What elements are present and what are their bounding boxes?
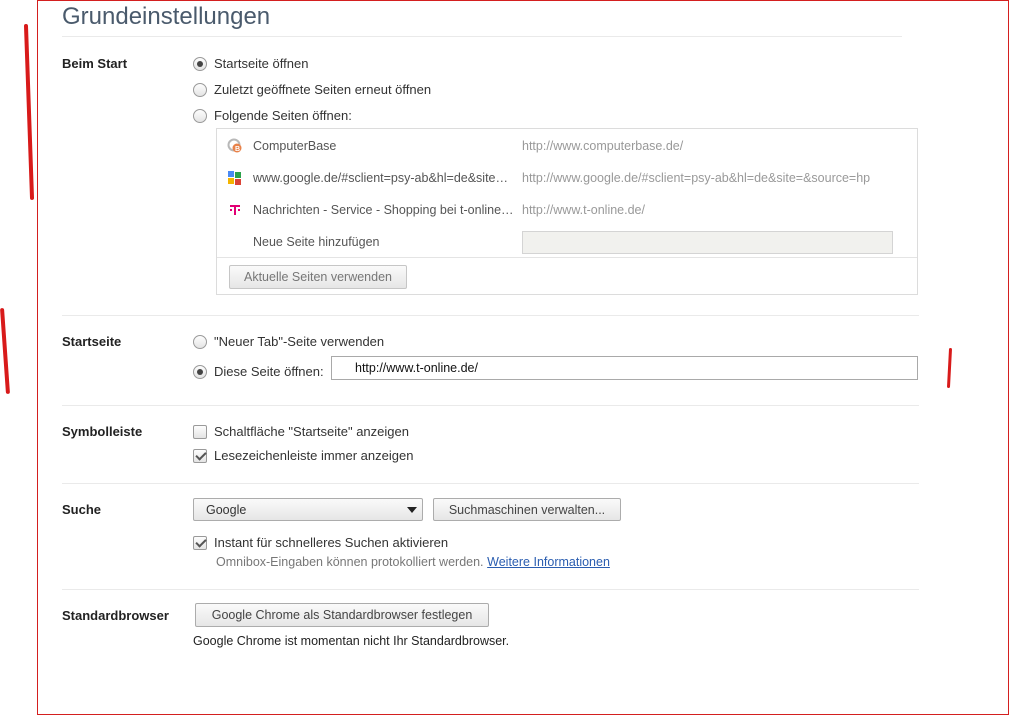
- page-name: www.google.de/#sclient=psy-ab&hl=de&site…: [253, 171, 515, 185]
- default-browser-status: Google Chrome ist momentan nicht Ihr Sta…: [193, 634, 510, 648]
- instant-hint-text: Omnibox-Eingaben können protokolliert we…: [216, 555, 484, 569]
- radio-startseite-oeffnen[interactable]: Startseite öffnen: [193, 56, 308, 71]
- google-favicon-icon: [227, 170, 243, 186]
- radio-label: "Neuer Tab"-Seite verwenden: [214, 334, 385, 349]
- section-divider: [62, 315, 919, 316]
- red-annotation-mark-mid-left: [0, 307, 10, 395]
- page-url: http://www.t-online.de/: [522, 203, 645, 217]
- checkbox-instant-search[interactable]: Instant für schnelleres Suchen aktiviere…: [193, 535, 448, 550]
- section-divider: [62, 405, 919, 406]
- search-engine-value: Google: [206, 502, 247, 517]
- radio-label: Diese Seite öffnen:: [214, 364, 324, 379]
- startup-page-row[interactable]: Nachrichten - Service - Shopping bei t-o…: [217, 194, 917, 226]
- dropdown-arrow-icon: [407, 507, 417, 513]
- computerbase-favicon-icon: B: [227, 138, 243, 154]
- checkbox-always-show-bookmarks-bar[interactable]: Lesezeichenleiste immer anzeigen: [193, 448, 413, 463]
- checkbox[interactable]: [193, 535, 207, 550]
- page-url: http://www.google.de/#sclient=psy-ab&hl=…: [522, 171, 871, 185]
- radio-diese-seite-oeffnen[interactable]: Diese Seite öffnen:: [193, 364, 324, 379]
- radio-folgende-seiten[interactable]: Folgende Seiten öffnen:: [193, 108, 352, 123]
- checkbox-label: Schaltfläche "Startseite" anzeigen: [214, 424, 409, 439]
- radio-button[interactable]: [193, 56, 207, 71]
- checkbox-label: Lesezeichenleiste immer anzeigen: [214, 448, 414, 463]
- checkbox[interactable]: [193, 448, 207, 463]
- radio-label: Folgende Seiten öffnen:: [214, 108, 352, 123]
- startup-pages-list: B ComputerBase http://www.computerbase.d…: [216, 128, 918, 295]
- radio-label: Zuletzt geöffnete Seiten erneut öffnen: [214, 82, 432, 97]
- instant-hint: Omnibox-Eingaben können protokolliert we…: [216, 554, 610, 569]
- section-label-suche: Suche: [62, 502, 102, 517]
- svg-text:B: B: [235, 146, 240, 153]
- radio-button[interactable]: [193, 82, 207, 97]
- section-divider: [62, 483, 919, 484]
- title-divider: [62, 36, 902, 37]
- new-page-row: Neue Seite hinzufügen: [217, 226, 917, 258]
- checkbox-show-home-button[interactable]: Schaltfläche "Startseite" anzeigen: [193, 424, 409, 439]
- startup-page-row[interactable]: www.google.de/#sclient=psy-ab&hl=de&site…: [217, 162, 917, 194]
- radio-button[interactable]: [193, 334, 207, 349]
- radio-button[interactable]: [193, 108, 207, 123]
- red-annotation-mark-top-left: [23, 23, 35, 201]
- checkbox[interactable]: [193, 424, 207, 439]
- manage-search-engines-button[interactable]: Suchmaschinen verwalten...: [433, 498, 621, 521]
- radio-button[interactable]: [193, 364, 207, 379]
- section-label-startseite: Startseite: [62, 334, 122, 349]
- section-divider: [62, 589, 919, 590]
- page-url: http://www.computerbase.de/: [522, 139, 684, 153]
- page-name: ComputerBase: [253, 139, 337, 153]
- new-page-label: Neue Seite hinzufügen: [253, 235, 380, 249]
- radio-label: Startseite öffnen: [214, 56, 309, 71]
- radio-neuer-tab-seite[interactable]: "Neuer Tab"-Seite verwenden: [193, 334, 384, 349]
- startup-page-row[interactable]: B ComputerBase http://www.computerbase.d…: [217, 130, 917, 162]
- search-engine-select[interactable]: Google: [193, 498, 423, 521]
- more-info-link[interactable]: Weitere Informationen: [487, 555, 610, 569]
- homepage-url-input[interactable]: http://www.t-online.de/: [331, 356, 918, 380]
- page-name: Nachrichten - Service - Shopping bei t-o…: [253, 203, 515, 217]
- radio-zuletzt-geoeffnete-seiten[interactable]: Zuletzt geöffnete Seiten erneut öffnen: [193, 82, 431, 97]
- section-label-beim-start: Beim Start: [62, 56, 128, 71]
- page-title: Grundeinstellungen: [62, 3, 271, 30]
- pages-box-divider: [217, 257, 917, 258]
- section-label-symbolleiste: Symbolleiste: [62, 424, 143, 439]
- use-current-pages-button[interactable]: Aktuelle Seiten verwenden: [229, 265, 407, 289]
- set-default-browser-button[interactable]: Google Chrome als Standardbrowser festle…: [195, 603, 489, 627]
- new-page-input[interactable]: [522, 231, 893, 254]
- section-label-standardbrowser: Standardbrowser: [62, 608, 169, 623]
- checkbox-label: Instant für schnelleres Suchen aktiviere…: [214, 535, 449, 550]
- telekom-favicon-icon: [227, 202, 243, 218]
